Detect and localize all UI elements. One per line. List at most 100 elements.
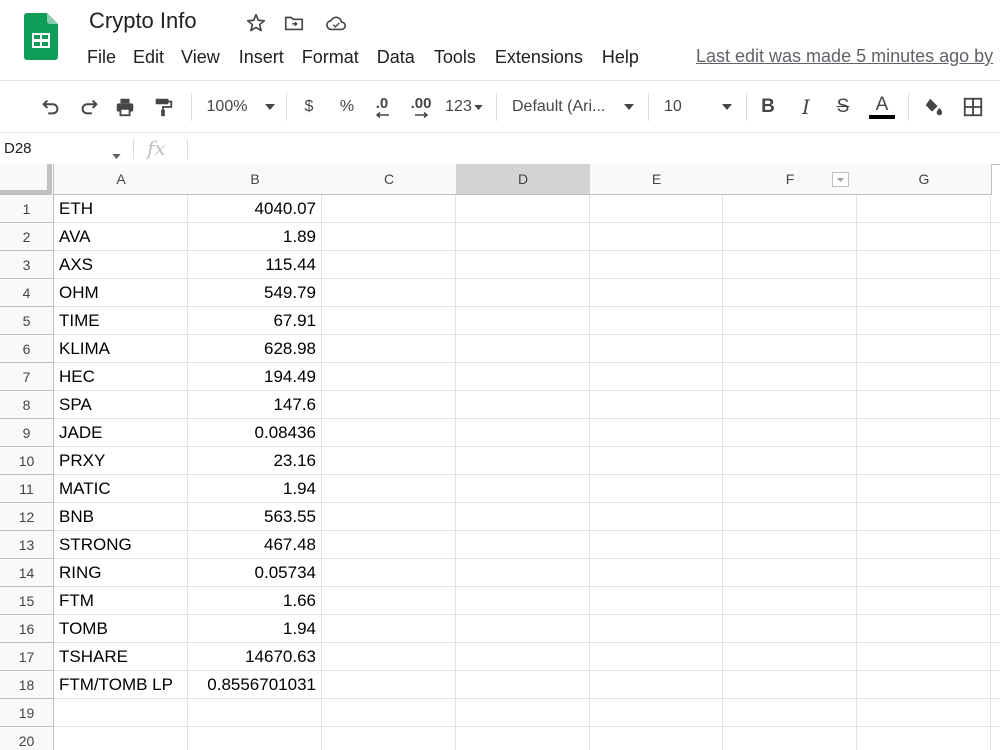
chevron-down-icon[interactable]: [112, 146, 121, 164]
select-all-corner[interactable]: [0, 164, 54, 196]
cell-a18[interactable]: FTM/TOMB LP: [59, 671, 185, 698]
column-header-a[interactable]: A: [54, 164, 189, 195]
row-header[interactable]: 8: [0, 391, 54, 419]
row-header[interactable]: 2: [0, 223, 54, 251]
menu-insert[interactable]: Insert: [239, 47, 302, 71]
cell-a5[interactable]: TIME: [59, 307, 185, 334]
cell-a10[interactable]: PRXY: [59, 447, 185, 474]
menu-extensions[interactable]: Extensions: [495, 47, 602, 71]
redo-icon[interactable]: [76, 94, 102, 120]
cell-a19[interactable]: [59, 699, 185, 726]
menu-format[interactable]: Format: [302, 47, 377, 71]
fill-color-icon[interactable]: [920, 94, 946, 120]
row-header[interactable]: 7: [0, 363, 54, 391]
cell-a14[interactable]: RING: [59, 559, 185, 586]
cell-a17[interactable]: TSHARE: [59, 643, 185, 670]
borders-icon[interactable]: [960, 94, 986, 120]
decrease-decimal-button[interactable]: .0: [368, 94, 396, 120]
more-formats-button[interactable]: 123: [442, 94, 486, 120]
cell-a8[interactable]: SPA: [59, 391, 185, 418]
menu-tools[interactable]: Tools: [434, 47, 495, 71]
last-edit-link[interactable]: Last edit was made 5 minutes ago by: [696, 46, 993, 67]
row-header[interactable]: 18: [0, 671, 54, 699]
column-header-g[interactable]: G: [857, 164, 992, 195]
menu-data[interactable]: Data: [377, 47, 434, 71]
zoom-select[interactable]: 100%: [202, 94, 280, 120]
row-header[interactable]: 16: [0, 615, 54, 643]
undo-icon[interactable]: [38, 94, 64, 120]
column-filter-icon[interactable]: [832, 172, 849, 187]
move-to-folder-icon[interactable]: [283, 12, 305, 34]
cell-b5[interactable]: 67.91: [188, 307, 316, 334]
cell-a9[interactable]: JADE: [59, 419, 185, 446]
font-family-select[interactable]: Default (Ari...: [512, 94, 640, 120]
cell-b20[interactable]: [188, 727, 316, 750]
row-header[interactable]: 14: [0, 559, 54, 587]
bold-button[interactable]: B: [756, 94, 780, 120]
document-title[interactable]: Crypto Info: [89, 8, 197, 34]
row-header[interactable]: 13: [0, 531, 54, 559]
cell-b18[interactable]: 0.8556701031: [188, 671, 316, 698]
column-header-b[interactable]: B: [188, 164, 323, 195]
cell-a1[interactable]: ETH: [59, 195, 185, 222]
row-header[interactable]: 12: [0, 503, 54, 531]
row-header[interactable]: 11: [0, 475, 54, 503]
paint-format-icon[interactable]: [150, 94, 176, 120]
menu-view[interactable]: View: [181, 47, 239, 71]
row-header[interactable]: 19: [0, 699, 54, 727]
cell-b4[interactable]: 549.79: [188, 279, 316, 306]
row-header[interactable]: 4: [0, 279, 54, 307]
cell-a16[interactable]: TOMB: [59, 615, 185, 642]
cell-b16[interactable]: 1.94: [188, 615, 316, 642]
menu-file[interactable]: File: [87, 47, 133, 71]
row-header[interactable]: 6: [0, 335, 54, 363]
print-icon[interactable]: [112, 94, 138, 120]
cell-b6[interactable]: 628.98: [188, 335, 316, 362]
cell-a3[interactable]: AXS: [59, 251, 185, 278]
cell-b2[interactable]: 1.89: [188, 223, 316, 250]
cell-b19[interactable]: [188, 699, 316, 726]
font-size-select[interactable]: 10: [664, 94, 738, 120]
cell-b17[interactable]: 14670.63: [188, 643, 316, 670]
cell-b15[interactable]: 1.66: [188, 587, 316, 614]
cell-a12[interactable]: BNB: [59, 503, 185, 530]
row-header[interactable]: 1: [0, 195, 54, 223]
menu-help[interactable]: Help: [602, 47, 649, 71]
cell-b12[interactable]: 563.55: [188, 503, 316, 530]
row-header[interactable]: 15: [0, 587, 54, 615]
row-header[interactable]: 20: [0, 727, 54, 750]
row-header[interactable]: 10: [0, 447, 54, 475]
column-header-d[interactable]: D: [456, 164, 591, 195]
cell-a13[interactable]: STRONG: [59, 531, 185, 558]
percent-format-button[interactable]: %: [336, 94, 358, 120]
sheets-logo-icon[interactable]: [24, 13, 58, 60]
star-icon[interactable]: [245, 12, 267, 34]
cell-b14[interactable]: 0.05734: [188, 559, 316, 586]
cell-b9[interactable]: 0.08436: [188, 419, 316, 446]
cell-b13[interactable]: 467.48: [188, 531, 316, 558]
cell-b1[interactable]: 4040.07: [188, 195, 316, 222]
column-header-c[interactable]: C: [322, 164, 457, 195]
cell-a2[interactable]: AVA: [59, 223, 185, 250]
cell-b11[interactable]: 1.94: [188, 475, 316, 502]
menu-edit[interactable]: Edit: [133, 47, 181, 71]
column-header-e[interactable]: E: [590, 164, 724, 195]
cell-b8[interactable]: 147.6: [188, 391, 316, 418]
cell-a4[interactable]: OHM: [59, 279, 185, 306]
name-box[interactable]: D28: [4, 140, 32, 157]
row-header[interactable]: 5: [0, 307, 54, 335]
row-header[interactable]: 3: [0, 251, 54, 279]
cell-a6[interactable]: KLIMA: [59, 335, 185, 362]
cell-b3[interactable]: 115.44: [188, 251, 316, 278]
italic-button[interactable]: I: [794, 94, 818, 120]
cell-b7[interactable]: 194.49: [188, 363, 316, 390]
cell-a20[interactable]: [59, 727, 185, 750]
increase-decimal-button[interactable]: .00: [404, 94, 438, 120]
cell-a7[interactable]: HEC: [59, 363, 185, 390]
cell-b10[interactable]: 23.16: [188, 447, 316, 474]
strikethrough-button[interactable]: S: [831, 94, 855, 120]
cloud-saved-icon[interactable]: [324, 12, 346, 34]
cell-a11[interactable]: MATIC: [59, 475, 185, 502]
row-header[interactable]: 9: [0, 419, 54, 447]
text-color-button[interactable]: A: [868, 94, 896, 120]
